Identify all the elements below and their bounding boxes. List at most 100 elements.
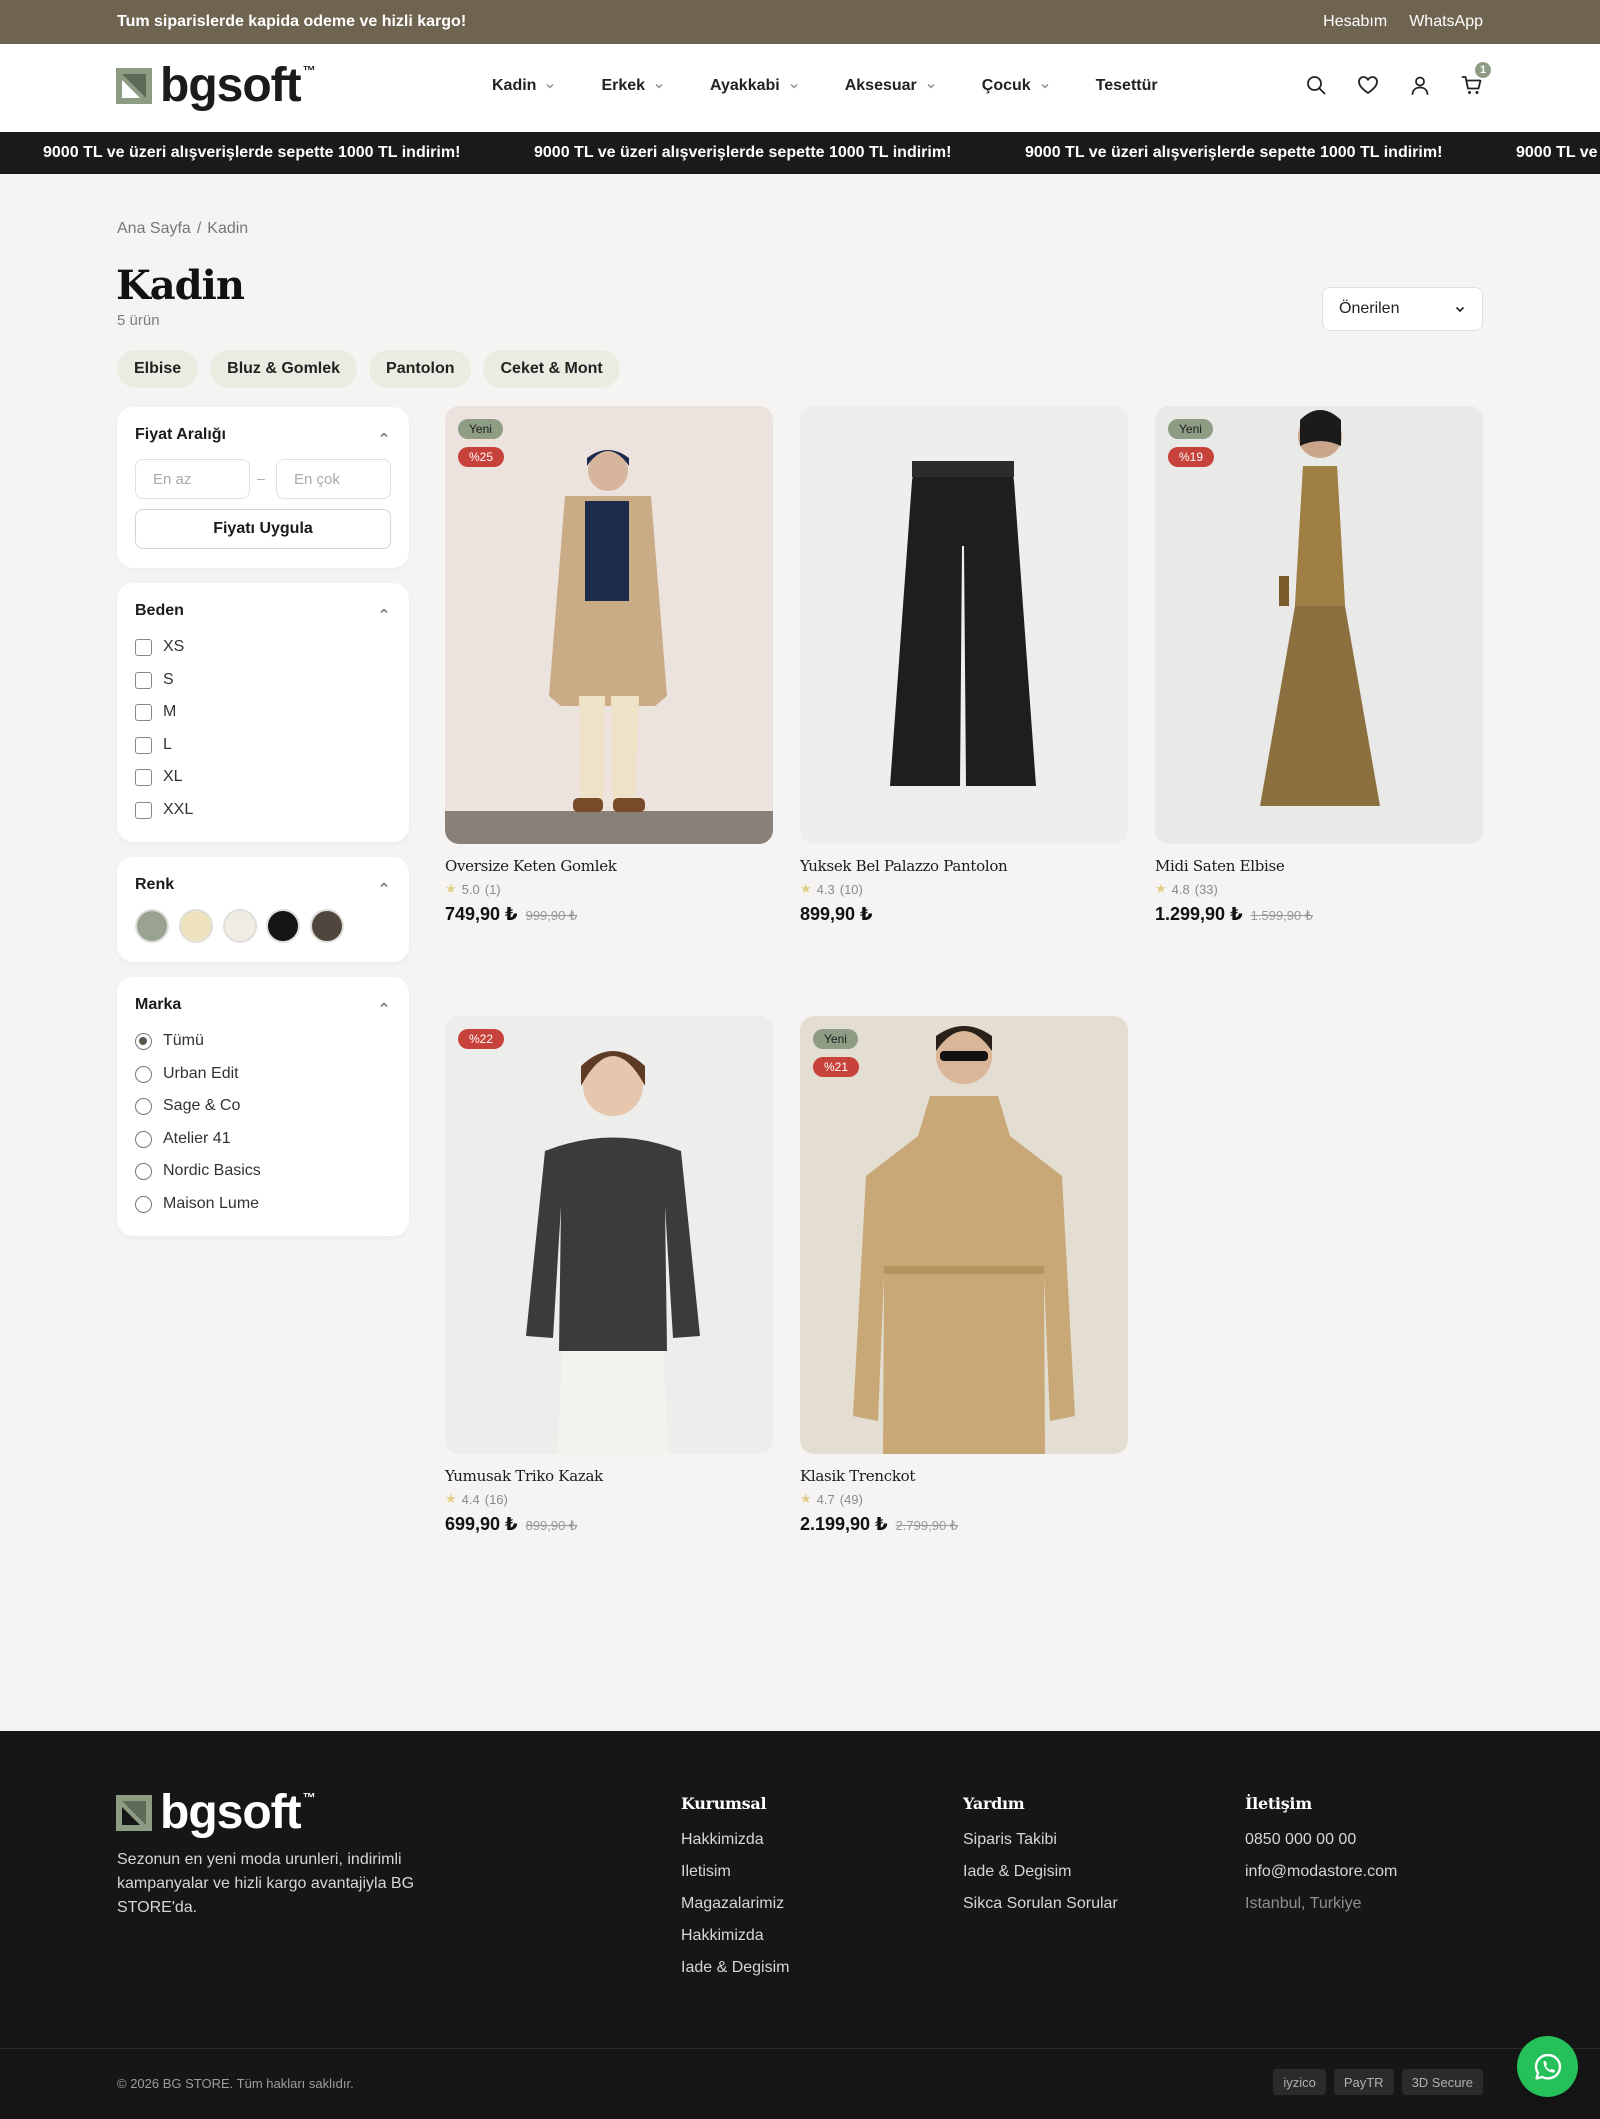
filter-title: Beden [135,602,184,619]
product-image[interactable]: Yeni %19 [1155,406,1483,844]
footer-link[interactable]: Iade & Degisim [681,1959,790,1977]
size-option-xs[interactable]: XS [135,638,184,656]
product-name[interactable]: Yuksek Bel Palazzo Pantolon [800,857,1128,875]
product-rating: ★ 4.8 (33) [1155,881,1483,897]
search-icon[interactable] [1305,74,1327,96]
whatsapp-floating-button[interactable] [1517,2036,1578,2097]
site-footer: bgsoft ™ Sezonun en yeni moda urunleri, … [0,1731,1600,2119]
sort-select[interactable]: Önerilen [1322,287,1483,331]
size-option-s[interactable]: S [135,671,174,689]
star-icon: ★ [800,1491,812,1506]
checkbox[interactable] [135,768,152,786]
chevron-up-icon[interactable] [378,605,390,617]
product-card[interactable]: Yeni %21 Klasik Trenckot ★ 4.7 (49) 2.19… [800,1016,1128,1535]
product-image[interactable] [800,406,1128,844]
chevron-up-icon[interactable] [378,999,390,1011]
color-swatch-black[interactable] [266,909,300,943]
nav-item-ayakkabi[interactable]: Ayakkabi [710,77,799,95]
nav-label: Tesettür [1095,77,1158,94]
option-label: XS [163,638,185,655]
footer-link[interactable]: Hakkimizda [681,1831,790,1849]
color-swatch-cream[interactable] [179,909,213,943]
checkbox[interactable] [135,736,152,754]
brand-option-urban-edit[interactable]: Urban Edit [135,1065,239,1083]
price-max-input[interactable] [276,459,391,499]
product-name[interactable]: Klasik Trenckot [800,1467,1128,1485]
product-image[interactable]: Yeni %21 [800,1016,1128,1454]
footer-logo[interactable]: bgsoft ™ [116,1789,322,1837]
breadcrumb-home[interactable]: Ana Sayfa [117,220,191,238]
whatsapp-link[interactable]: WhatsApp [1409,13,1483,31]
chip-elbise[interactable]: Elbise [117,350,199,388]
footer-link[interactable]: Siparis Takibi [963,1831,1118,1849]
checkbox[interactable] [135,801,152,819]
radio-button[interactable] [135,1130,152,1148]
radio-button[interactable] [135,1162,152,1180]
chevron-up-icon[interactable] [378,429,390,441]
old-price: 2.799,90 ₺ [895,1518,959,1533]
product-name[interactable]: Oversize Keten Gomlek [445,857,773,875]
product-card[interactable]: Yeni %25 Oversize Keten Gomlek ★ 5.0 (1)… [445,406,773,925]
chip-ceket-mont[interactable]: Ceket & Mont [483,350,620,388]
chevron-up-icon[interactable] [378,879,390,891]
price-min-input[interactable] [135,459,250,499]
brand-option-nordic-basics[interactable]: Nordic Basics [135,1162,261,1180]
product-card[interactable]: Yeni %19 Midi Saten Elbise ★ 4.8 (33) 1.… [1155,406,1483,925]
product-image[interactable]: Yeni %25 [445,406,773,844]
radio-button[interactable] [135,1065,152,1083]
heart-icon[interactable] [1357,74,1379,96]
product-card[interactable]: Yuksek Bel Palazzo Pantolon ★ 4.3 (10) 8… [800,406,1128,925]
footer-phone-link[interactable]: 0850 000 00 00 [1245,1831,1397,1849]
checkbox[interactable] [135,638,152,656]
color-swatch-ivory[interactable] [223,909,257,943]
color-swatch-sage[interactable] [135,909,169,943]
brand-option-maison-lume[interactable]: Maison Lume [135,1195,259,1213]
option-label: XXL [163,801,194,818]
checkbox[interactable] [135,671,152,689]
size-option-xxl[interactable]: XXL [135,801,193,819]
footer-link[interactable]: Hakkimizda [681,1927,790,1945]
brand-option-sage-co[interactable]: Sage & Co [135,1097,240,1115]
size-option-l[interactable]: L [135,736,172,754]
apply-price-button[interactable]: Fiyatı Uygula [135,509,391,549]
footer-link[interactable]: Iade & Degisim [963,1863,1118,1881]
logo[interactable]: bgsoft ™ [116,62,322,110]
chip-pantolon[interactable]: Pantolon [369,350,472,388]
chip-bluz-gomlek[interactable]: Bluz & Gomlek [210,350,358,388]
nav-item-kadin[interactable]: Kadin [492,77,555,95]
size-option-m[interactable]: M [135,703,176,721]
footer-email-link[interactable]: info@modastore.com [1245,1863,1397,1881]
nav-item-aksesuar[interactable]: Aksesuar [845,77,936,95]
nav-item-cocuk[interactable]: Çocuk [982,77,1050,95]
size-option-xl[interactable]: XL [135,768,183,786]
footer-link[interactable]: Sikca Sorulan Sorular [963,1895,1118,1913]
radio-button[interactable] [135,1032,152,1050]
product-name[interactable]: Midi Saten Elbise [1155,857,1483,875]
star-icon: ★ [1155,881,1167,896]
rating-value: 4.7 [816,1491,835,1507]
checkbox[interactable] [135,703,152,721]
radio-button[interactable] [135,1097,152,1115]
product-name[interactable]: Yumusak Triko Kazak [445,1467,773,1485]
current-price: 749,90 ₺ [445,904,518,924]
nav-item-tesettur[interactable]: Tesettür [1096,77,1158,95]
cart-button[interactable]: 1 [1461,60,1493,96]
brand-option-tumu[interactable]: Tümü [135,1032,204,1050]
user-icon[interactable] [1409,74,1431,96]
footer-column-kurumsal: Kurumsal Hakkimizda Iletisim Magazalarim… [681,1794,790,1991]
radio-button[interactable] [135,1195,152,1213]
breadcrumb: Ana Sayfa / Kadin [117,220,248,238]
badge-discount: %21 [813,1057,860,1077]
footer-link[interactable]: Iletisim [681,1863,790,1881]
logo-trademark: ™ [302,62,316,78]
brand-option-atelier-41[interactable]: Atelier 41 [135,1130,231,1148]
color-swatch-brown[interactable] [310,909,344,943]
product-card[interactable]: %22 Yumusak Triko Kazak ★ 4.4 (16) 699,9… [445,1016,773,1535]
brand-filter: Marka Tümü Urban Edit Sage & Co Atelier … [117,977,409,1236]
product-image[interactable]: %22 [445,1016,773,1454]
chevron-down-icon [546,84,554,89]
account-link[interactable]: Hesabım [1323,13,1387,31]
option-label: M [163,703,177,720]
nav-item-erkek[interactable]: Erkek [601,77,664,95]
footer-link[interactable]: Magazalarimiz [681,1895,790,1913]
